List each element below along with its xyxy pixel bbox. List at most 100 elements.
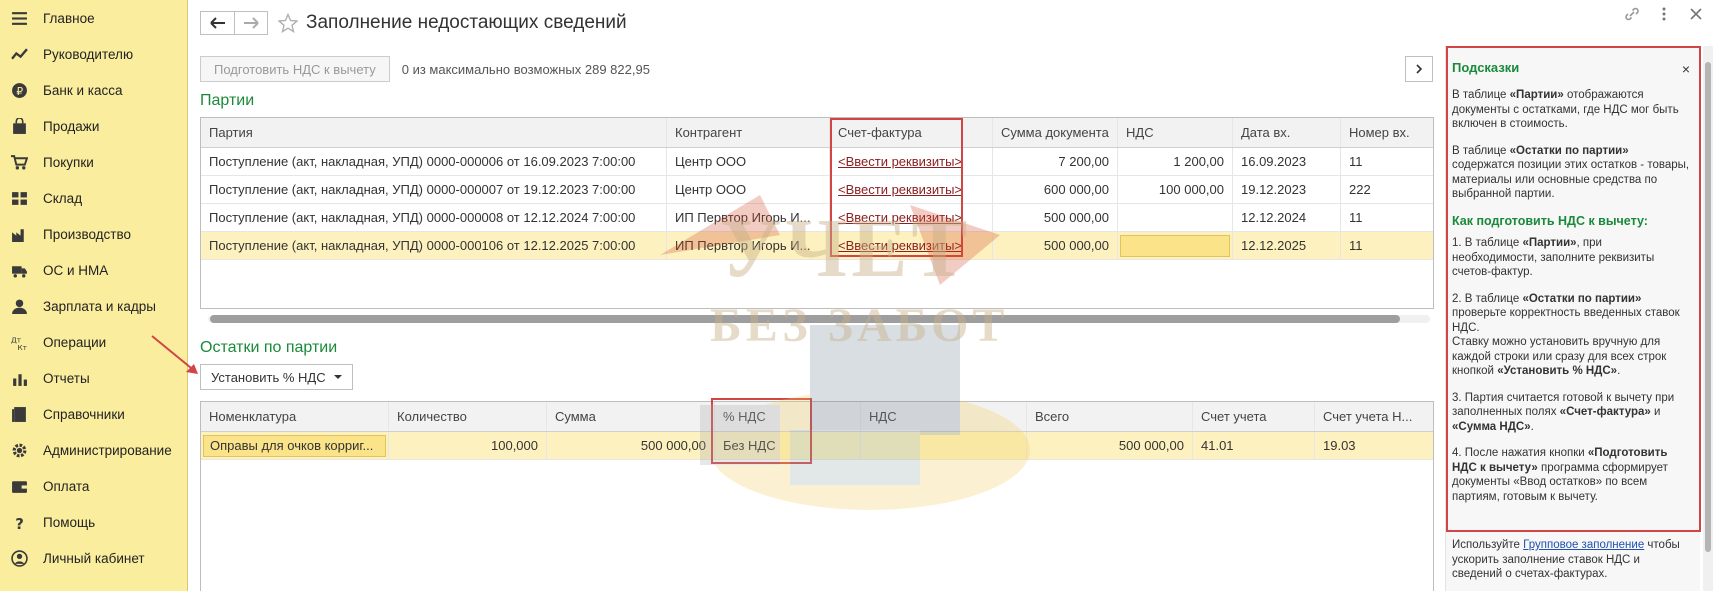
trend-icon	[10, 45, 28, 63]
menu-icon	[10, 9, 28, 27]
table-row-selected[interactable]: Оправы для очков корриг... 100,000 500 0…	[201, 432, 1433, 460]
amount-cell: 500 000,00	[993, 232, 1118, 259]
number-cell: 222	[1349, 182, 1371, 197]
sidebar-item-bank[interactable]: ₽ Банк и касса	[0, 72, 187, 108]
sum-cell: 500 000,00	[547, 432, 715, 459]
star-icon[interactable]	[278, 13, 298, 33]
column-header[interactable]: Счет учета	[1193, 402, 1315, 431]
set-vat-rate-label: Установить % НДС	[211, 369, 326, 385]
column-header[interactable]: Номер вх.	[1341, 118, 1433, 147]
sidebar-item-salary[interactable]: Зарплата и кадры	[0, 288, 187, 324]
column-header[interactable]: Всего	[1027, 402, 1193, 431]
vat-rate-cell[interactable]: Без НДС	[715, 432, 861, 459]
item-cell[interactable]: Оправы для очков корриг...	[203, 434, 386, 457]
group-fill-link[interactable]: Групповое заполнение	[1523, 539, 1644, 551]
sidebar-item-warehouse[interactable]: Склад	[0, 180, 187, 216]
arrow-left-icon	[209, 17, 225, 29]
vat-input[interactable]	[1120, 234, 1230, 257]
hints-close-button[interactable]: ×	[1682, 61, 1690, 77]
more-icon[interactable]	[1656, 6, 1672, 22]
sidebar-item-label: Продажи	[43, 118, 100, 134]
column-header[interactable]: НДС	[861, 402, 1027, 431]
sidebar-item-label: Производство	[43, 226, 132, 242]
sidebar-item-help[interactable]: ? Помощь	[0, 504, 187, 540]
ruble-icon: ₽	[10, 81, 28, 99]
sidebar-item-label: Администрирование	[43, 442, 172, 458]
dt-kt-icon: Дт Кт	[10, 333, 28, 351]
hints-body: В таблице «Партии» отображаются документ…	[1452, 88, 1690, 516]
sidebar-item-directories[interactable]: Справочники	[0, 396, 187, 432]
sidebar-item-account[interactable]: Личный кабинет	[0, 540, 187, 576]
qty-cell: 100,000	[389, 432, 547, 459]
invoice-link[interactable]: <Ввести реквизиты>	[838, 154, 962, 169]
column-header[interactable]: % НДС	[715, 402, 861, 431]
remains-section-title: Остатки по партии	[200, 339, 338, 356]
person-icon	[10, 297, 28, 315]
vat-cell[interactable]	[1118, 204, 1233, 231]
table-row[interactable]: Поступление (акт, накладная, УПД) 0000-0…	[201, 148, 1433, 176]
sidebar-item-manager[interactable]: Руководителю	[0, 36, 187, 72]
column-header[interactable]: Номенклатура	[201, 402, 389, 431]
vat-cell[interactable]: 100 000,00	[1118, 176, 1233, 203]
invoice-link[interactable]: <Ввести реквизиты>	[838, 182, 962, 197]
sidebar-item-production[interactable]: Производство	[0, 216, 187, 252]
account-cell: 41.01	[1193, 432, 1315, 459]
sidebar-item-label: Зарплата и кадры	[43, 298, 156, 314]
column-header[interactable]: Счет-фактура	[830, 118, 993, 147]
sidebar-item-main[interactable]: Главное	[0, 0, 187, 36]
amount-cell: 500 000,00	[993, 204, 1118, 231]
sidebar-item-label: Помощь	[43, 514, 96, 530]
svg-text:?: ?	[15, 514, 24, 530]
prepare-vat-button[interactable]: Подготовить НДС к вычету	[200, 56, 390, 82]
sidebar-item-admin[interactable]: Администрирование	[0, 432, 187, 468]
column-header[interactable]: Сумма документа	[993, 118, 1118, 147]
sidebar-item-sales[interactable]: Продажи	[0, 108, 187, 144]
sidebar-item-label: Склад	[43, 190, 83, 206]
sidebar-item-assets[interactable]: ОС и НМА	[0, 252, 187, 288]
scroll-thumb[interactable]	[1705, 62, 1711, 552]
expand-hints-button[interactable]	[1405, 56, 1433, 82]
vat-cell[interactable]: 1 200,00	[1118, 148, 1233, 175]
vat-cell[interactable]	[861, 432, 1027, 459]
close-icon[interactable]	[1688, 6, 1704, 22]
amount-cell: 600 000,00	[993, 176, 1118, 203]
counterparty-cell: Центр ООО	[667, 148, 830, 175]
party-cell: Поступление (акт, накладная, УПД) 0000-0…	[201, 148, 667, 175]
chevron-right-icon	[1416, 64, 1423, 74]
remains-table: Номенклатура Количество Сумма % НДС НДС …	[200, 401, 1434, 591]
cart-icon	[10, 153, 28, 171]
column-header[interactable]: Счет учета Н...	[1315, 402, 1433, 431]
forward-button[interactable]	[234, 11, 268, 35]
sidebar-item-purchases[interactable]: Покупки	[0, 144, 187, 180]
sidebar-item-payment[interactable]: Оплата	[0, 468, 187, 504]
hints-scrollbar[interactable]	[1703, 46, 1713, 591]
vat-cell-active[interactable]	[1118, 232, 1233, 259]
back-button[interactable]	[200, 11, 234, 35]
column-header[interactable]: Контрагент	[667, 118, 830, 147]
total-cell: 500 000,00	[1027, 432, 1193, 459]
link-icon[interactable]	[1624, 6, 1640, 22]
set-vat-rate-button[interactable]: Установить % НДС	[200, 364, 353, 390]
bag-icon	[10, 117, 28, 135]
truck-icon	[10, 261, 28, 279]
available-amount-text: 0 из максимально возможных 289 822,95	[401, 61, 650, 77]
column-header[interactable]: Партия	[201, 118, 667, 147]
column-header[interactable]: НДС	[1118, 118, 1233, 147]
table-header: Номенклатура Количество Сумма % НДС НДС …	[201, 402, 1433, 432]
number-cell: 11	[1349, 154, 1363, 169]
svg-text:₽: ₽	[16, 84, 23, 97]
sidebar: Главное Руководителю ₽ Банк и касса Прод…	[0, 0, 188, 591]
hint-step: 3. Партия считается готовой к вычету при…	[1452, 391, 1675, 433]
column-header[interactable]: Дата вх.	[1233, 118, 1341, 147]
column-header[interactable]: Сумма	[547, 402, 715, 431]
arrow-right-icon	[244, 17, 259, 29]
date-cell: 12.12.2024	[1233, 204, 1341, 231]
watermark-text-sub: БЕЗ ЗАБОТ	[710, 299, 1009, 352]
caret-down-icon	[333, 375, 342, 379]
sidebar-item-label: ОС и НМА	[43, 262, 109, 278]
sidebar-item-label: Личный кабинет	[43, 550, 145, 566]
svg-text:Кт: Кт	[17, 342, 27, 350]
number-cell: 11	[1349, 210, 1363, 225]
column-header[interactable]: Количество	[389, 402, 547, 431]
vat-account-cell: 19.03	[1323, 438, 1356, 453]
